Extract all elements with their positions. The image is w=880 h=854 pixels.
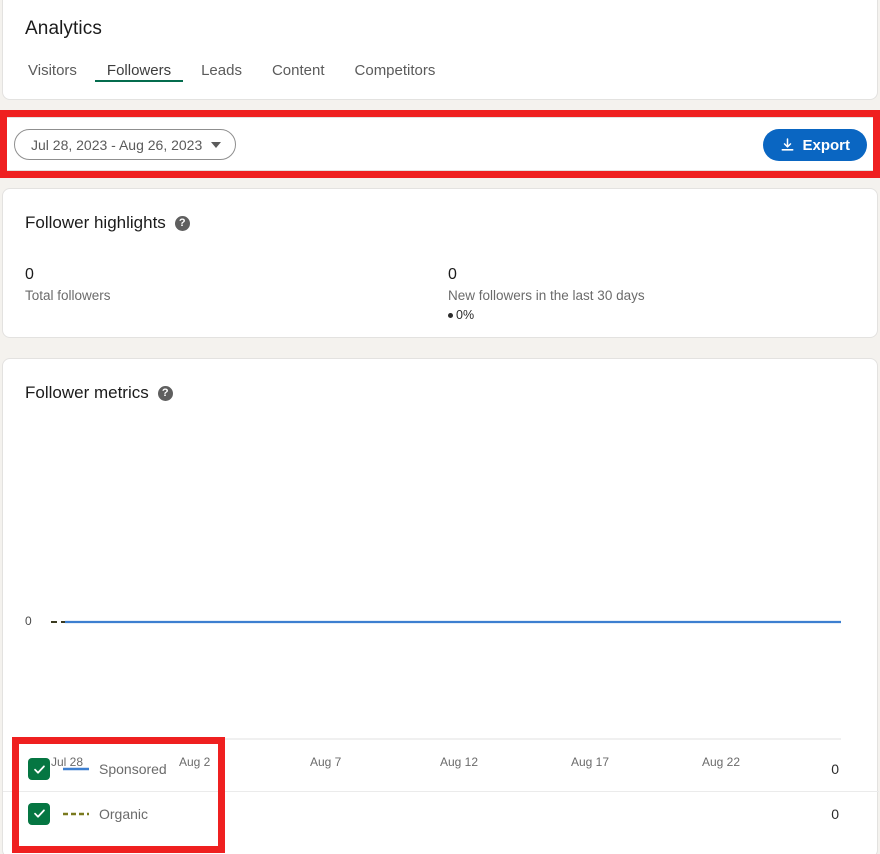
follower-metrics-card: Follower metrics ? 0 Jul 28 Aug 2 Aug 7 … [2, 358, 878, 854]
follower-highlights-card: Follower highlights ? 0 Total followers … [2, 188, 878, 338]
chevron-down-icon [211, 142, 221, 148]
legend-row-organic[interactable]: Organic 0 [3, 791, 879, 835]
legend-label-organic: Organic [99, 806, 148, 822]
check-icon [33, 807, 46, 820]
help-circle-icon[interactable]: ? [158, 386, 173, 401]
follower-metrics-title: Follower metrics ? [25, 383, 173, 403]
legend-swatch-sponsored [63, 764, 89, 774]
export-label: Export [802, 137, 850, 154]
follower-highlights-title-text: Follower highlights [25, 213, 166, 233]
legend-value-organic: 0 [831, 806, 839, 822]
analytics-tabbar: Visitors Followers Leads Content Competi… [13, 52, 450, 94]
stat-total-followers-value: 0 [25, 264, 111, 286]
stat-total-followers-label: Total followers [25, 286, 111, 305]
follower-highlights-title: Follower highlights ? [25, 213, 190, 233]
tab-competitors[interactable]: Competitors [340, 52, 451, 88]
legend-checkbox-sponsored[interactable] [28, 758, 50, 780]
chart-plot-area [3, 414, 879, 754]
stat-total-followers: 0 Total followers [25, 264, 111, 305]
delta-value: 0% [456, 306, 474, 324]
tab-leads[interactable]: Leads [186, 52, 257, 88]
follower-metrics-title-text: Follower metrics [25, 383, 149, 403]
stat-new-followers-delta: 0% [448, 306, 645, 324]
stat-new-followers-label: New followers in the last 30 days [448, 286, 645, 305]
analytics-header-card: Analytics Visitors Followers Leads Conte… [2, 0, 878, 100]
legend-row-sponsored[interactable]: Sponsored 0 [3, 747, 879, 791]
tab-followers[interactable]: Followers [92, 52, 186, 88]
legend-checkbox-organic[interactable] [28, 803, 50, 825]
page-title: Analytics [25, 18, 102, 40]
legend-value-sponsored: 0 [831, 761, 839, 777]
stat-new-followers-value: 0 [448, 264, 645, 286]
stat-new-followers: 0 New followers in the last 30 days 0% [448, 264, 645, 324]
date-range-selector[interactable]: Jul 28, 2023 - Aug 26, 2023 [14, 129, 236, 160]
follower-metrics-chart: 0 Jul 28 Aug 2 Aug 7 Aug 12 Aug 17 Aug 2… [3, 414, 879, 754]
export-button[interactable]: Export [763, 129, 867, 161]
check-icon [33, 763, 46, 776]
download-icon [780, 138, 795, 153]
date-range-label: Jul 28, 2023 - Aug 26, 2023 [31, 137, 202, 153]
tab-visitors[interactable]: Visitors [13, 52, 92, 88]
legend-swatch-organic [63, 809, 89, 819]
tab-content[interactable]: Content [257, 52, 340, 88]
help-circle-icon[interactable]: ? [175, 216, 190, 231]
legend-label-sponsored: Sponsored [99, 761, 167, 777]
delta-dot-icon [448, 313, 453, 318]
